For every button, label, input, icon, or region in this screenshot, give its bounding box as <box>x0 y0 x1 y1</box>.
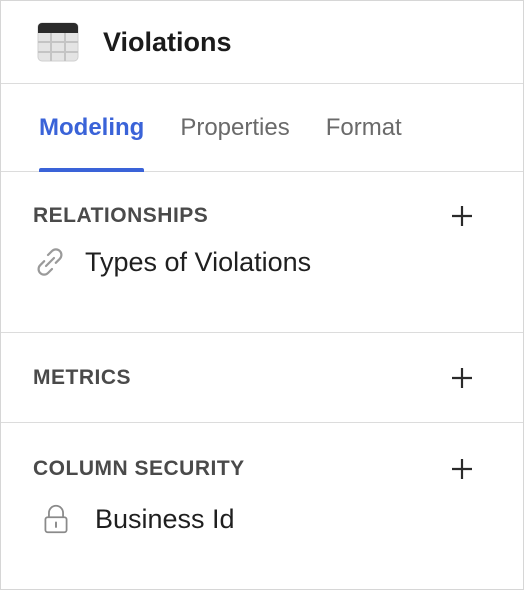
tab-format[interactable]: Format <box>326 84 402 171</box>
plus-icon <box>452 206 472 226</box>
relationships-title: RELATIONSHIPS <box>33 204 209 227</box>
relationship-label: Types of Violations <box>85 246 312 277</box>
tab-properties[interactable]: Properties <box>180 84 289 171</box>
column-security-title: COLUMN SECURITY <box>33 457 245 480</box>
page-title: Violations <box>103 26 232 57</box>
metrics-section: METRICS <box>1 333 523 423</box>
column-security-label: Business Id <box>95 503 235 534</box>
metrics-header: METRICS <box>1 333 523 422</box>
add-column-security-button[interactable] <box>449 456 475 482</box>
tab-modeling[interactable]: Modeling <box>39 84 145 172</box>
column-security-section: COLUMN SECURITY Business Id <box>1 423 523 569</box>
add-metric-button[interactable] <box>449 365 475 391</box>
plus-icon <box>452 459 472 479</box>
relationship-item[interactable]: Types of Violations <box>1 234 523 312</box>
add-relationship-button[interactable] <box>449 203 475 229</box>
panel-header: Violations <box>1 1 523 84</box>
tab-bar: Modeling Properties Format <box>1 84 523 172</box>
table-icon <box>37 22 79 62</box>
plus-icon <box>452 367 472 388</box>
link-icon <box>37 248 63 276</box>
lock-icon <box>44 504 68 534</box>
modeling-panel: Violations Modeling Properties Format RE… <box>0 0 524 590</box>
column-security-item[interactable]: Business Id <box>1 491 523 569</box>
metrics-title: METRICS <box>33 365 131 389</box>
relationships-section: RELATIONSHIPS Types of Violations <box>1 172 523 333</box>
